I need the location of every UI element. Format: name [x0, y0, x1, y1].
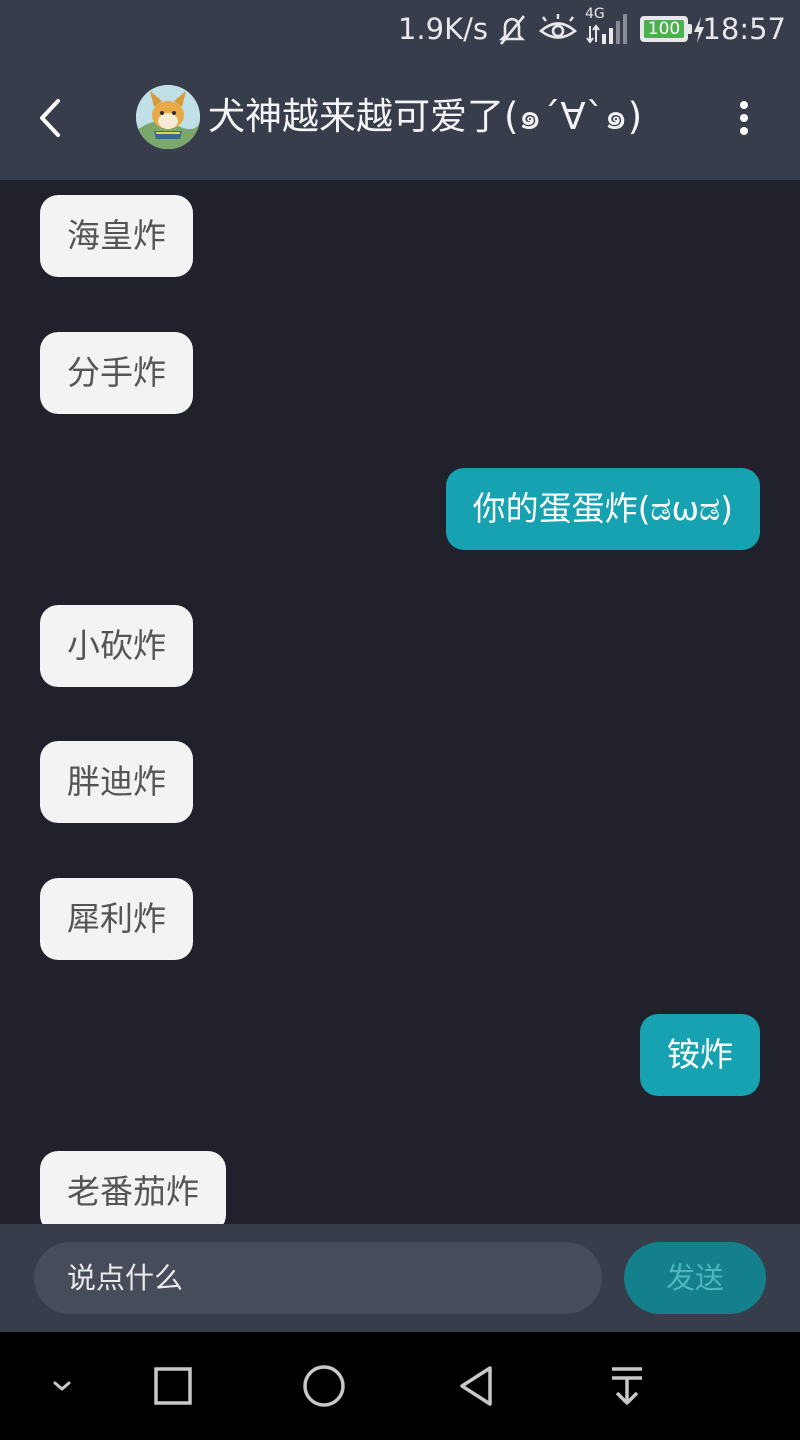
eye-icon	[538, 14, 578, 39]
message-bubble-outgoing[interactable]: 铵炸	[640, 1014, 760, 1096]
status-bar: 1.9K/s 4G 100 18:57	[0, 0, 800, 58]
chat-title: 犬神越来越可爱了(๑´∀`๑)	[208, 95, 643, 138]
notification-button[interactable]	[597, 1356, 657, 1416]
nav-back-button[interactable]	[446, 1356, 506, 1416]
message-bubble-incoming[interactable]: 犀利炸	[40, 878, 193, 960]
chevron-down-icon	[53, 1381, 71, 1391]
signal-icon	[586, 14, 627, 44]
battery-icon: 100	[640, 16, 692, 42]
back-button[interactable]	[22, 86, 78, 150]
recents-button[interactable]	[143, 1356, 203, 1416]
message-bubble-outgoing[interactable]: 你的蛋蛋炸(ಡωಡ)	[445, 468, 760, 550]
recents-square-icon	[154, 1367, 192, 1405]
battery-level: 100	[647, 19, 681, 39]
more-vertical-icon	[740, 101, 748, 135]
more-options-button[interactable]	[724, 94, 764, 142]
chat-header: 犬神越来越可爱了(๑´∀`๑)	[0, 58, 800, 180]
composer-bar: 说点什么 发送	[0, 1224, 800, 1332]
send-button[interactable]: 发送	[624, 1242, 766, 1314]
message-list[interactable]: 海皇炸 分手炸 你的蛋蛋炸(ಡωಡ) 小砍炸 胖迪炸 犀利炸 铵炸 老番茄炸	[0, 180, 800, 1224]
notification-pull-icon	[612, 1367, 642, 1405]
hide-nav-button[interactable]	[32, 1356, 92, 1416]
avatar[interactable]	[136, 85, 200, 149]
clock: 18:57	[702, 12, 786, 46]
message-input[interactable]: 说点什么	[34, 1242, 602, 1314]
system-nav-bar	[0, 1332, 800, 1440]
home-circle-icon	[303, 1365, 345, 1407]
message-bubble-incoming[interactable]: 胖迪炸	[40, 741, 193, 823]
message-bubble-incoming[interactable]: 小砍炸	[40, 605, 193, 687]
mute-icon	[498, 15, 526, 45]
message-bubble-incoming[interactable]: 海皇炸	[40, 195, 193, 277]
message-bubble-incoming[interactable]: 老番茄炸	[40, 1151, 226, 1224]
home-button[interactable]	[294, 1356, 354, 1416]
back-arrow-icon	[40, 99, 60, 137]
message-bubble-incoming[interactable]: 分手炸	[40, 332, 193, 414]
back-triangle-icon	[460, 1366, 492, 1406]
network-speed: 1.9K/s	[397, 12, 488, 46]
